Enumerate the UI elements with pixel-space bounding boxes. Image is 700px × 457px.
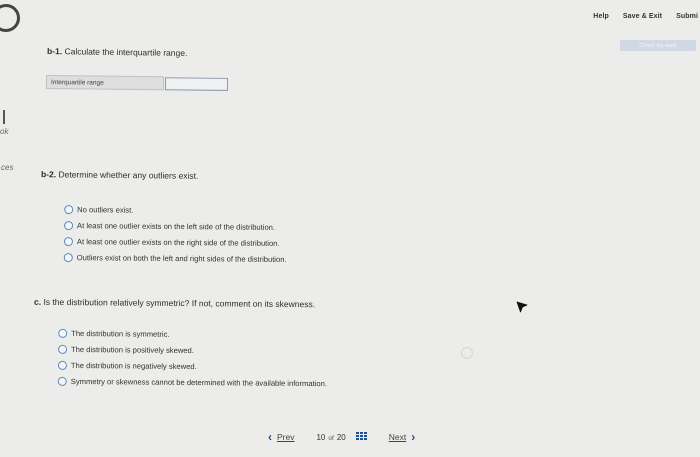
logo-ring-icon bbox=[0, 4, 20, 32]
page-of: of bbox=[328, 434, 334, 442]
submit-link[interactable]: Submi bbox=[676, 13, 698, 20]
page-total: 20 bbox=[336, 432, 346, 442]
check-my-work-button[interactable]: Check my work bbox=[620, 40, 696, 51]
grid-icon[interactable] bbox=[355, 432, 367, 442]
radio-button-icon[interactable] bbox=[64, 204, 74, 214]
b2-option-no-outliers[interactable]: No outliers exist. bbox=[64, 201, 287, 219]
radio-button-icon[interactable] bbox=[58, 328, 68, 338]
next-label: Next bbox=[388, 432, 407, 442]
prev-button[interactable]: ‹ Prev bbox=[268, 431, 294, 443]
b2-option-label: At least one outlier exists on the right… bbox=[76, 236, 280, 248]
pagination: ‹ Prev 10 of 20 Next › bbox=[268, 428, 415, 446]
mouse-cursor-icon bbox=[516, 301, 528, 315]
top-bar: Help Save & Exit Submi bbox=[593, 8, 700, 24]
radio-button-icon[interactable] bbox=[63, 252, 73, 262]
page-current: 10 bbox=[316, 432, 326, 442]
next-button[interactable]: Next › bbox=[389, 431, 415, 443]
b2-option-both-sides[interactable]: Outliers exist on both the left and righ… bbox=[63, 249, 287, 267]
question-c-number: c. bbox=[33, 296, 42, 307]
question-c-prompt: Is the distribution relatively symmetric… bbox=[43, 296, 316, 310]
radio-button-icon[interactable] bbox=[63, 236, 73, 246]
radio-button-icon[interactable] bbox=[64, 220, 74, 230]
b2-option-label: At least one outlier exists on the left … bbox=[77, 220, 276, 232]
b2-option-right-outlier[interactable]: At least one outlier exists on the right… bbox=[63, 233, 287, 251]
gutter-text-2: ces bbox=[1, 163, 14, 172]
question-b2-label: b-2. Determine whether any outliers exis… bbox=[41, 169, 198, 181]
save-exit-link[interactable]: Save & Exit bbox=[623, 13, 662, 20]
question-c-options: The distribution is symmetric. The distr… bbox=[57, 325, 328, 391]
c-option-cannot-determine[interactable]: Symmetry or skewness cannot be determine… bbox=[57, 373, 328, 391]
prev-label: Prev bbox=[277, 432, 295, 442]
c-option-label: The distribution is negatively skewed. bbox=[70, 360, 197, 371]
chevron-left-icon: ‹ bbox=[268, 430, 272, 444]
left-gutter: ok ces bbox=[0, 0, 22, 457]
question-b1-prompt: Calculate the interquartile range. bbox=[64, 46, 188, 58]
radio-button-icon[interactable] bbox=[58, 344, 68, 354]
c-option-label: The distribution is positively skewed. bbox=[71, 344, 194, 355]
question-b2-prompt: Determine whether any outliers exist. bbox=[58, 169, 199, 181]
b2-option-label: Outliers exist on both the left and righ… bbox=[76, 252, 287, 264]
question-b2-number: b-2. bbox=[40, 169, 57, 180]
loading-ring-icon bbox=[461, 347, 473, 359]
c-option-label: Symmetry or skewness cannot be determine… bbox=[70, 376, 328, 388]
iqr-input[interactable] bbox=[164, 77, 229, 91]
gutter-text-1: ok bbox=[0, 127, 9, 136]
page-counter: 10 of 20 bbox=[316, 433, 345, 442]
question-c-label: c. Is the distribution relatively symmet… bbox=[34, 297, 315, 309]
question-b1-label: b-1. Calculate the interquartile range. bbox=[47, 46, 187, 58]
b2-option-label: No outliers exist. bbox=[77, 204, 134, 215]
chevron-right-icon: › bbox=[411, 430, 416, 444]
radio-button-icon[interactable] bbox=[57, 360, 67, 370]
radio-button-icon[interactable] bbox=[57, 376, 67, 386]
help-link[interactable]: Help bbox=[593, 13, 609, 20]
iqr-field-label: Interquartile range bbox=[45, 75, 165, 91]
gutter-mark bbox=[3, 110, 5, 124]
b2-option-left-outlier[interactable]: At least one outlier exists on the left … bbox=[64, 217, 287, 235]
iqr-row: Interquartile range bbox=[45, 75, 230, 93]
c-option-label: The distribution is symmetric. bbox=[71, 328, 170, 339]
question-b2-options: No outliers exist. At least one outlier … bbox=[63, 201, 287, 267]
question-b1-number: b-1. bbox=[46, 46, 63, 57]
